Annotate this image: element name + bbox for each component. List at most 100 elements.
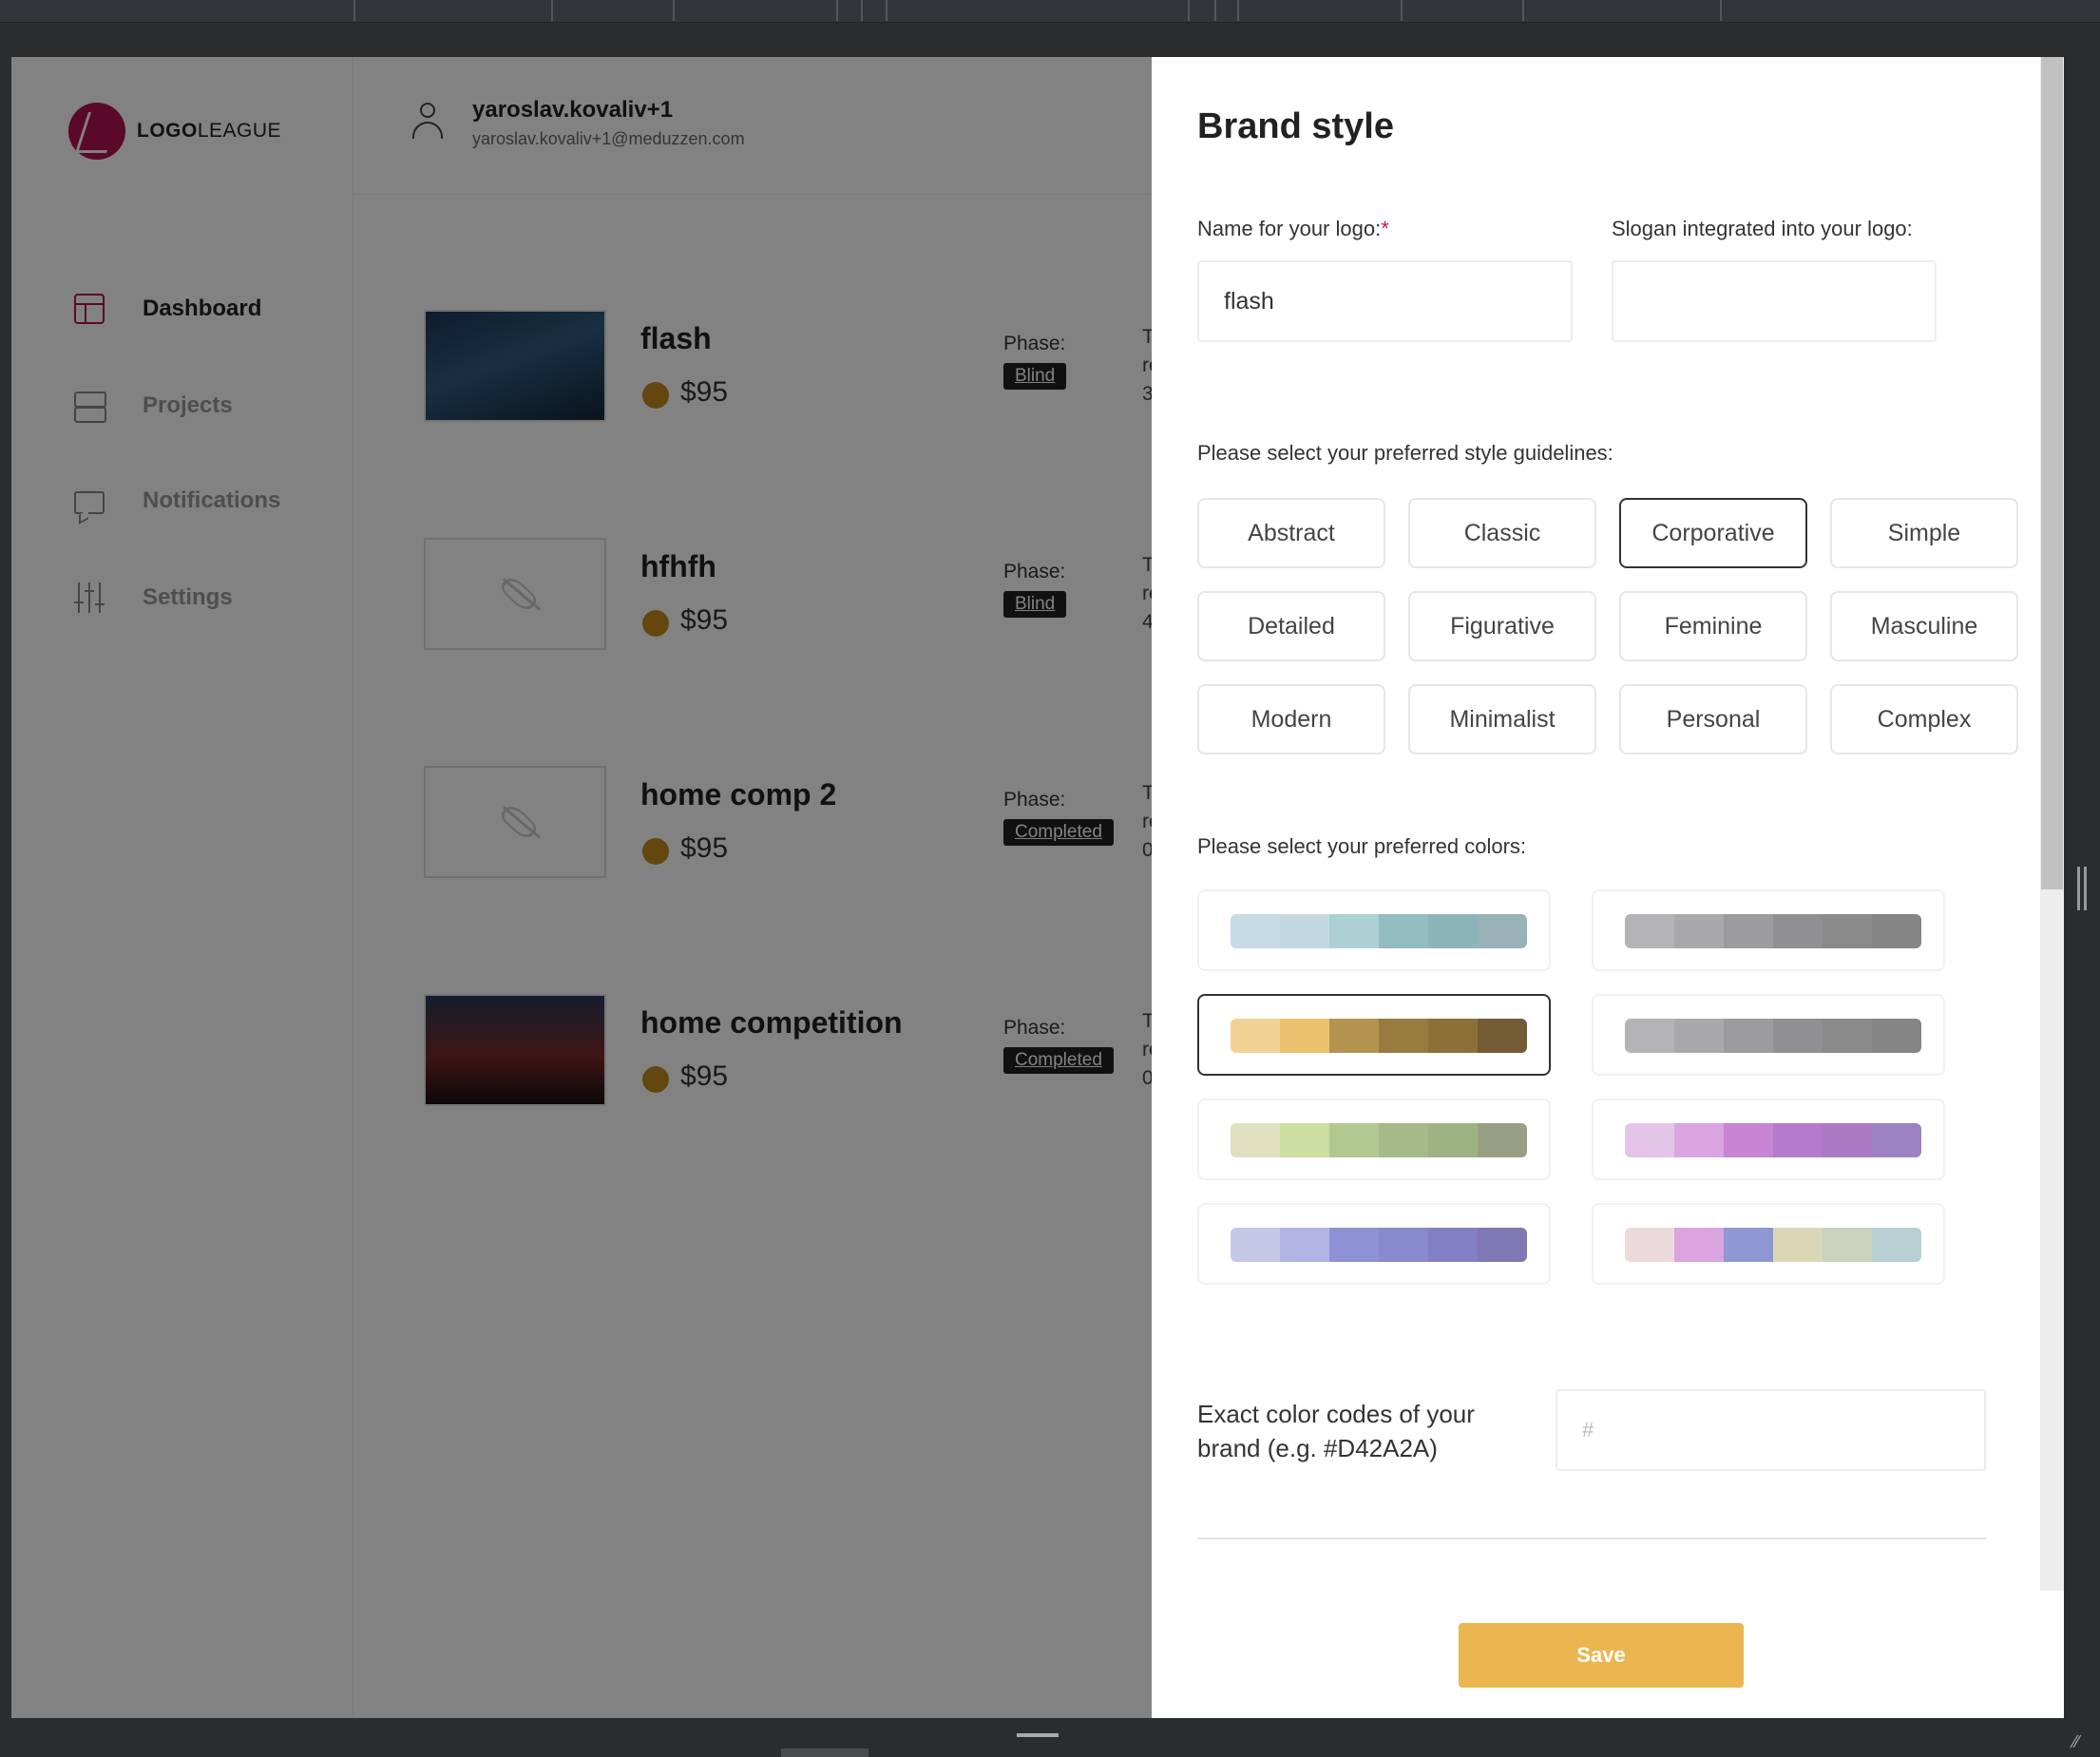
colors-label: Please select your preferred colors: — [1197, 834, 1527, 858]
divider — [1214, 0, 1216, 21]
color-swatch — [1280, 1123, 1329, 1157]
color-palette-option[interactable] — [1197, 889, 1551, 971]
color-swatch — [1724, 1019, 1773, 1053]
color-swatch — [1329, 1019, 1379, 1053]
style-chip-modern[interactable]: Modern — [1197, 684, 1385, 754]
color-swatch — [1773, 914, 1823, 948]
bottom-tab[interactable] — [781, 1748, 869, 1757]
palette-swatches — [1625, 1228, 1921, 1262]
palette-swatches — [1231, 914, 1527, 948]
divider — [353, 0, 355, 21]
color-swatch — [1823, 1228, 1872, 1262]
scrollbar-thumb[interactable] — [2041, 57, 2063, 889]
color-swatch — [1823, 1019, 1872, 1053]
color-swatch — [1625, 1228, 1674, 1262]
palette-swatches — [1625, 1019, 1921, 1053]
logo-name-input[interactable]: flash — [1197, 260, 1573, 342]
style-chip-detailed[interactable]: Detailed — [1197, 591, 1385, 661]
style-chip-personal[interactable]: Personal — [1619, 684, 1807, 754]
divider — [1188, 0, 1190, 21]
color-palette-option[interactable] — [1197, 994, 1551, 1076]
color-swatch — [1329, 1228, 1379, 1262]
logo-name-label: Name for your logo:* — [1197, 217, 1389, 240]
color-swatch — [1231, 1019, 1280, 1053]
drawer-title: Brand style — [1197, 106, 1394, 146]
style-chip-corporative[interactable]: Corporative — [1619, 498, 1807, 568]
color-swatch — [1231, 914, 1280, 948]
divider — [1401, 0, 1403, 21]
divider — [1237, 0, 1239, 21]
color-swatch — [1280, 1019, 1329, 1053]
color-swatch — [1329, 1123, 1379, 1157]
exact-colors-input[interactable]: # — [1556, 1389, 1986, 1471]
color-swatch — [1724, 1123, 1773, 1157]
color-swatch — [1823, 1123, 1872, 1157]
color-swatch — [1674, 1123, 1724, 1157]
style-chip-feminine[interactable]: Feminine — [1619, 591, 1807, 661]
style-chip-complex[interactable]: Complex — [1830, 684, 2018, 754]
style-chip-masculine[interactable]: Masculine — [1830, 591, 2018, 661]
color-swatch — [1773, 1123, 1823, 1157]
palette-swatches — [1231, 1019, 1527, 1053]
resize-corner-icon[interactable]: ⁄⁄ — [2073, 1732, 2089, 1751]
slogan-input[interactable] — [1612, 260, 1937, 342]
color-palette-option[interactable] — [1592, 1203, 1945, 1285]
color-swatch — [1773, 1228, 1823, 1262]
color-swatch — [1280, 914, 1329, 948]
color-palette-option[interactable] — [1197, 1203, 1551, 1285]
divider — [673, 0, 675, 21]
save-button[interactable]: Save — [1459, 1623, 1744, 1688]
divider — [886, 0, 888, 21]
color-swatch — [1478, 1123, 1527, 1157]
color-swatch — [1379, 1228, 1428, 1262]
color-palette-option[interactable] — [1197, 1098, 1551, 1180]
color-swatch — [1428, 1019, 1478, 1053]
color-swatch — [1625, 1123, 1674, 1157]
divider — [1197, 1537, 1986, 1539]
style-chip-figurative[interactable]: Figurative — [1408, 591, 1596, 661]
color-swatch — [1872, 1019, 1921, 1053]
brand-style-drawer: Brand style Name for your logo:* flash S… — [1152, 57, 2064, 1718]
color-swatch — [1724, 914, 1773, 948]
styles-label: Please select your preferred style guide… — [1197, 441, 1613, 465]
palette-swatches — [1231, 1228, 1527, 1262]
color-swatch — [1773, 1019, 1823, 1053]
color-swatch — [1231, 1228, 1280, 1262]
color-swatch — [1280, 1228, 1329, 1262]
divider — [1522, 0, 1524, 21]
divider — [836, 0, 838, 21]
exact-colors-label: Exact color codes of your brand (e.g. #D… — [1197, 1400, 1475, 1462]
color-swatch — [1329, 914, 1379, 948]
style-chip-classic[interactable]: Classic — [1408, 498, 1596, 568]
color-swatch — [1428, 1123, 1478, 1157]
color-swatch — [1231, 1123, 1280, 1157]
style-chip-simple[interactable]: Simple — [1830, 498, 2018, 568]
drag-handle-icon[interactable] — [1017, 1733, 1059, 1737]
color-swatch — [1478, 914, 1527, 948]
resize-handle[interactable] — [2077, 867, 2087, 910]
style-chip-abstract[interactable]: Abstract — [1197, 498, 1385, 568]
color-swatch — [1724, 1228, 1773, 1262]
color-swatch — [1872, 1123, 1921, 1157]
window-bottom-bar — [0, 1718, 2100, 1757]
color-swatch — [1674, 1228, 1724, 1262]
app-window: LOGOLEAGUE Dashboard Projects Notificati… — [11, 57, 2064, 1718]
style-chip-minimalist[interactable]: Minimalist — [1408, 684, 1596, 754]
color-palette-option[interactable] — [1592, 994, 1945, 1076]
color-swatch — [1823, 914, 1872, 948]
palette-swatches — [1625, 914, 1921, 948]
color-palette-option[interactable] — [1592, 1098, 1945, 1180]
divider — [551, 0, 553, 21]
divider — [1720, 0, 1722, 21]
window-chrome — [0, 23, 2100, 57]
color-palette-option[interactable] — [1592, 889, 1945, 971]
color-swatch — [1428, 914, 1478, 948]
palette-swatches — [1625, 1123, 1921, 1157]
color-swatch — [1379, 1019, 1428, 1053]
color-swatch — [1478, 1019, 1527, 1053]
modal-backdrop[interactable] — [11, 57, 1152, 1718]
color-swatch — [1379, 914, 1428, 948]
color-swatch — [1674, 914, 1724, 948]
palette-swatches — [1231, 1123, 1527, 1157]
slogan-label: Slogan integrated into your logo: — [1612, 217, 1913, 240]
